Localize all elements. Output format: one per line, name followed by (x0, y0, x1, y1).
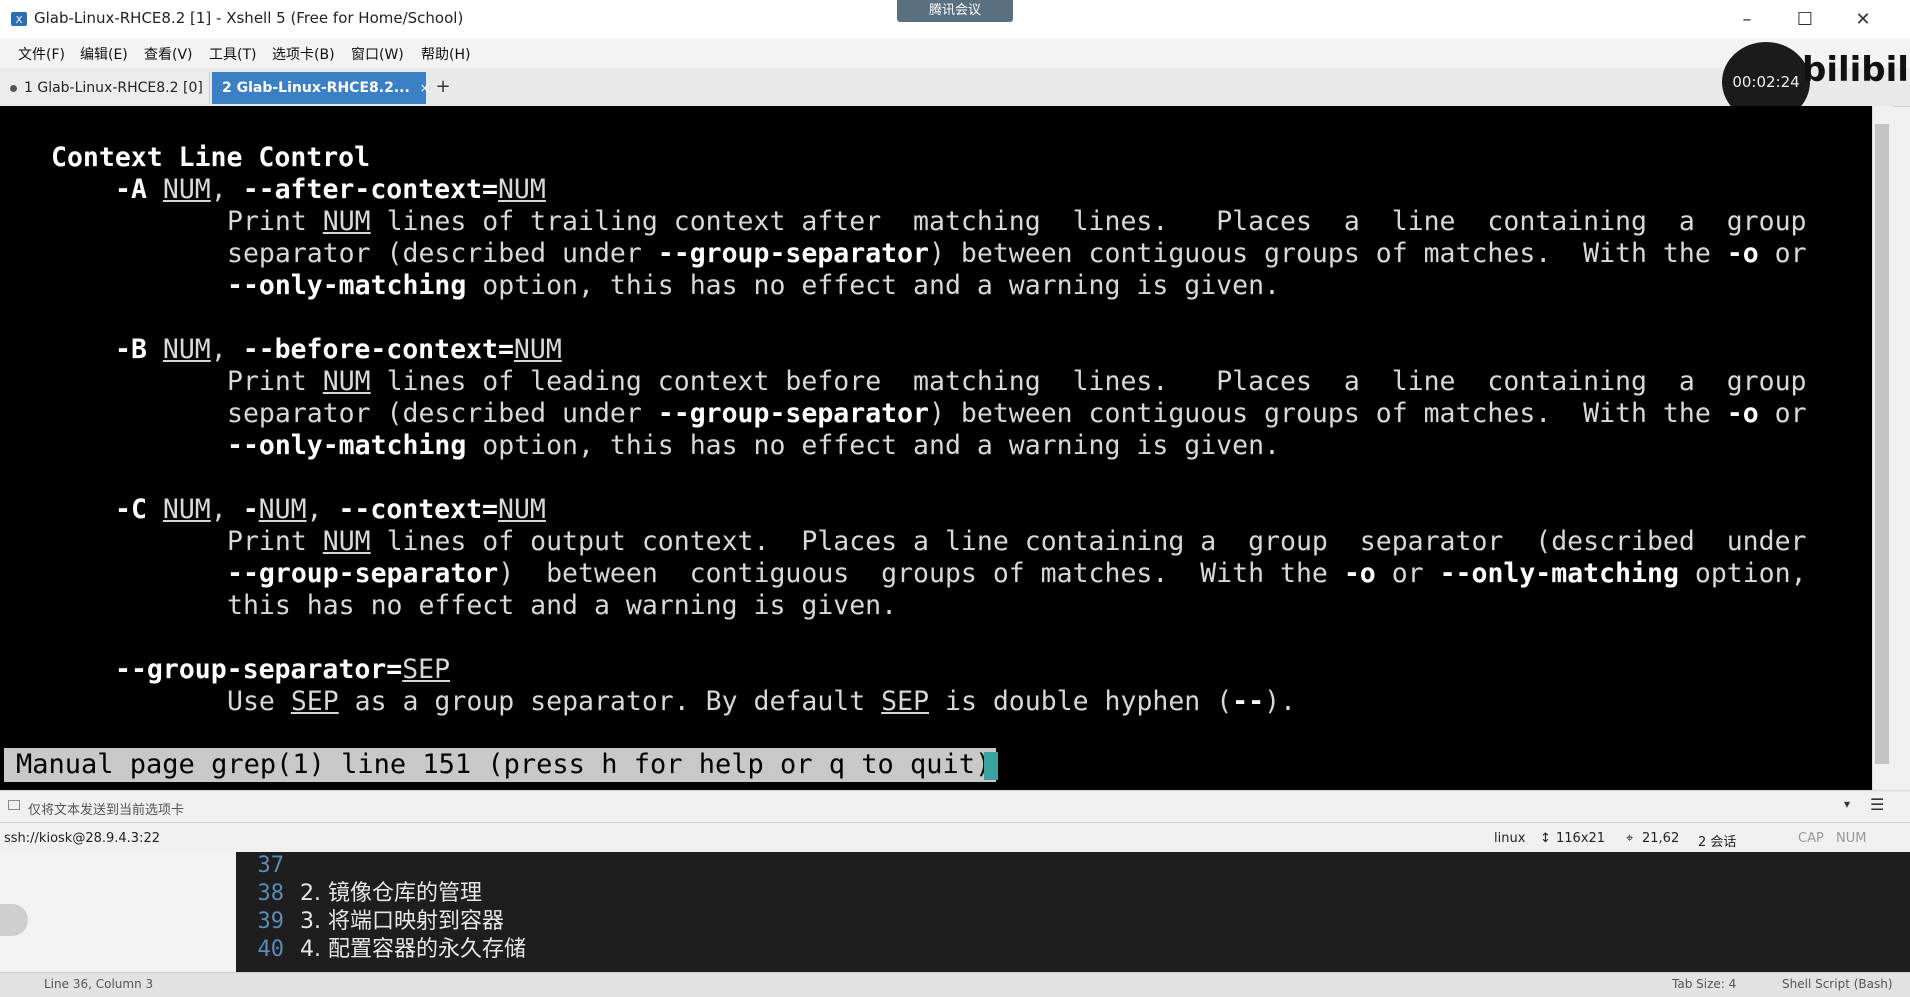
option-A-desc-1: Print NUM lines of trailing context afte… (227, 206, 1807, 237)
menu-file[interactable]: 文件(F) (18, 44, 65, 64)
tab-close-icon[interactable]: × (420, 81, 430, 95)
code-editor[interactable]: 37 38 2. 镜像仓库的管理 39 3. 将端口映射到容器 40 4. 配置容器的… (236, 852, 1910, 972)
manpage-status-line: Manual page grep(1) line 151 (press h fo… (4, 748, 996, 782)
session-count: 2 会话 (1698, 835, 1737, 850)
terminal-size-icon: ↕ (1540, 831, 1551, 846)
editor-line: 39 3. 将端口映射到容器 (257, 909, 504, 934)
minimize-button[interactable]: – (1718, 0, 1776, 38)
num-indicator: NUM (1836, 831, 1867, 846)
terminal-scroll-thumb[interactable] (1875, 124, 1889, 764)
option-A-desc-2: separator (described under --group-separ… (227, 238, 1807, 269)
option-C-desc-2: --group-separator) between contiguous gr… (227, 558, 1807, 589)
option-B-desc-2: separator (described under --group-separ… (227, 398, 1807, 429)
compose-hint: 仅将文本发送到当前选项卡 (28, 803, 185, 818)
sidebar-toggle-icon[interactable] (0, 904, 28, 936)
editor-line: 37 (257, 853, 285, 878)
terminal-size: 116x21 (1556, 831, 1606, 846)
menu-help[interactable]: 帮助(H) (421, 44, 470, 64)
option-B-desc-3: --only-matching option, this has no effe… (227, 430, 1280, 461)
tab-session-2[interactable]: 2 Glab-Linux-RHCE8.2... × (212, 72, 430, 104)
menu-view[interactable]: 查看(V) (144, 44, 193, 64)
tab-label: 2 Glab-Linux-RHCE8.2... (222, 80, 410, 96)
bilibili-logo: bilibili (1802, 50, 1910, 90)
menu-edit[interactable]: 编辑(E) (80, 44, 128, 64)
option-B-line: -B NUM, --before-context=NUM (115, 334, 562, 365)
compose-bar[interactable]: 仅将文本发送到当前选项卡 ▾ ☰ (0, 790, 1910, 823)
svg-text:X: X (16, 15, 23, 26)
compose-icon (8, 800, 20, 810)
editor-sidebar (0, 852, 236, 972)
option-C-desc-1: Print NUM lines of output context. Place… (227, 526, 1807, 557)
section-heading: Context Line Control (51, 142, 371, 173)
option-A-desc-3: --only-matching option, this has no effe… (227, 270, 1280, 301)
cursor-position: 21,62 (1642, 831, 1680, 846)
tab-label: 1 Glab-Linux-RHCE8.2 [0] (24, 80, 203, 96)
option-B-desc-1: Print NUM lines of leading context befor… (227, 366, 1807, 397)
option-C-line: -C NUM, -NUM, --context=NUM (115, 494, 546, 525)
terminal-cursor (984, 752, 998, 780)
option-A-line: -A NUM, --after-context=NUM (115, 174, 546, 205)
editor-line: 40 4. 配置容器的永久存储 (257, 937, 526, 962)
meeting-badge[interactable]: 腾讯会议 (897, 0, 1013, 22)
editor-syntax[interactable]: Shell Script (Bash) (1782, 977, 1893, 991)
title-bar: X Glab-Linux-RHCE8.2 [1] - Xshell 5 (Fre… (0, 0, 1910, 39)
os-label: linux (1494, 831, 1526, 846)
editor-tab-size[interactable]: Tab Size: 4 (1672, 977, 1736, 991)
editor-status-bar: Line 36, Column 3 Tab Size: 4 Shell Scri… (0, 972, 1910, 997)
editor-line: 38 2. 镜像仓库的管理 (257, 881, 482, 906)
cursor-position-icon: ⌖ (1626, 831, 1634, 846)
window-title: Glab-Linux-RHCE8.2 [1] - Xshell 5 (Free … (34, 9, 464, 27)
xshell-app-icon: X (11, 12, 27, 26)
editor-line-column: Line 36, Column 3 (44, 977, 154, 991)
compose-dropdown-icon[interactable]: ▾ (1844, 797, 1850, 811)
menu-bar: 文件(F) 编辑(E) 查看(V) 工具(T) 选项卡(B) 窗口(W) 帮助(… (0, 38, 1910, 68)
menu-tabs[interactable]: 选项卡(B) (272, 44, 335, 64)
maximize-button[interactable]: ☐ (1776, 0, 1834, 38)
option-C-desc-3: this has no effect and a warning is give… (227, 590, 898, 621)
close-button[interactable]: ✕ (1834, 0, 1892, 38)
caps-indicator: CAP (1798, 831, 1824, 846)
connection-address: ssh://kiosk@28.9.4.3:22 (4, 831, 160, 846)
compose-menu-icon[interactable]: ☰ (1870, 795, 1884, 814)
terminal-area[interactable]: Context Line Control -A NUM, --after-con… (0, 106, 1872, 790)
menu-window[interactable]: 窗口(W) (351, 44, 404, 64)
status-bar: ssh://kiosk@28.9.4.3:22 linux ↕ 116x21 ⌖… (0, 822, 1910, 853)
menu-tools[interactable]: 工具(T) (209, 44, 256, 64)
tab-bar: 1 Glab-Linux-RHCE8.2 [0] 2 Glab-Linux-RH… (0, 68, 1910, 107)
option-group-separator-desc: Use SEP as a group separator. By default… (227, 686, 1297, 717)
option-group-separator-line: --group-separator=SEP (115, 654, 451, 685)
session-status-dot-icon (10, 84, 17, 92)
new-tab-button[interactable]: + (432, 74, 454, 100)
tab-session-1[interactable]: 1 Glab-Linux-RHCE8.2 [0] (0, 72, 210, 104)
